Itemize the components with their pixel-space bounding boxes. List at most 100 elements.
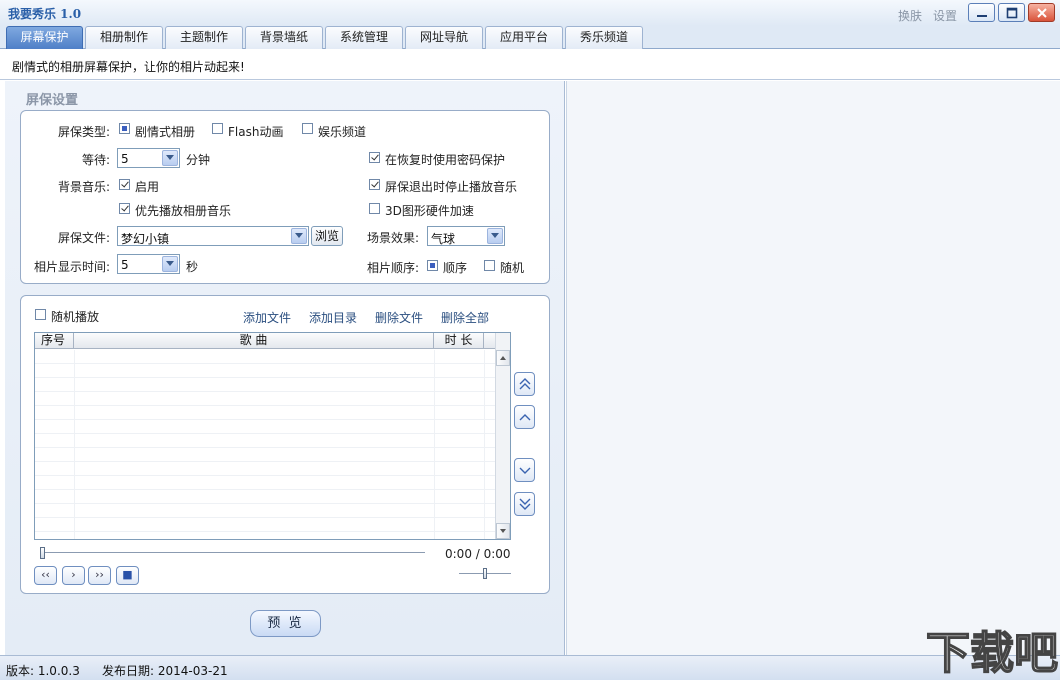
- wait-select[interactable]: 5: [117, 148, 180, 168]
- song-list-scrollbar[interactable]: [495, 333, 510, 539]
- stop-music-label: 屏保退出时停止播放音乐: [385, 180, 518, 194]
- tab-nav[interactable]: 网址导航: [405, 26, 483, 49]
- maximize-icon: [1006, 7, 1018, 19]
- chevron-down-icon: [162, 150, 178, 166]
- progress-slider-thumb[interactable]: [40, 547, 45, 559]
- photo-time-select[interactable]: 5: [117, 254, 180, 274]
- hw-accel-label: 3D图形硬件加速: [385, 204, 474, 218]
- order-random-radio[interactable]: [484, 260, 495, 271]
- wait-label: 等待:: [82, 153, 111, 167]
- skin-link[interactable]: 换肤: [898, 7, 922, 24]
- preview-button[interactable]: 预 览: [250, 610, 321, 637]
- chevron-down-icon: [519, 467, 531, 474]
- photo-time-unit: 秒: [186, 260, 199, 274]
- photo-time-label: 相片显示时间:: [34, 260, 111, 274]
- section-title: 屏保设置: [26, 93, 79, 108]
- previous-button[interactable]: ‹‹: [34, 566, 57, 585]
- scroll-down-arrow[interactable]: [496, 523, 510, 539]
- random-play-label: 随机播放: [51, 310, 100, 324]
- file-value: 梦幻小镇: [121, 232, 170, 246]
- tab-album[interactable]: 相册制作: [85, 26, 163, 49]
- watermark-logo: 下载吧: [925, 627, 1059, 680]
- type-flash-radio[interactable]: [212, 123, 223, 134]
- tab-bar: 屏幕保护 相册制作 主题制作 背景墙纸 系统管理 网址导航 应用平台 秀乐频道: [0, 26, 1060, 49]
- chevron-down-icon: [162, 256, 178, 272]
- title-bar: 我要秀乐 1.0 换肤 设置: [0, 0, 1060, 26]
- prefer-album-music-label: 优先播放相册音乐: [135, 204, 232, 218]
- move-down-button[interactable]: [514, 458, 535, 482]
- minimize-icon: [977, 15, 987, 17]
- prefer-album-music-checkbox[interactable]: [119, 203, 130, 214]
- move-top-button[interactable]: [514, 372, 535, 396]
- chevron-down-icon: [487, 228, 503, 244]
- enable-music-checkbox[interactable]: [119, 179, 130, 190]
- double-chevron-down-icon: [519, 498, 531, 510]
- file-select[interactable]: 梦幻小镇: [117, 226, 309, 246]
- status-bar: 版本: 1.0.0.3 发布日期: 2014-03-21: [0, 655, 1060, 680]
- play-button[interactable]: ›: [62, 566, 85, 585]
- progress-track[interactable]: [40, 552, 425, 554]
- stop-music-checkbox[interactable]: [369, 179, 380, 190]
- order-label: 相片顺序:: [367, 261, 420, 275]
- type-channel-radio[interactable]: [302, 123, 313, 134]
- close-icon: [1037, 8, 1047, 18]
- grid-line: [74, 350, 75, 539]
- type-album-radio[interactable]: [119, 123, 130, 134]
- password-checkbox[interactable]: [369, 152, 380, 163]
- wait-value: 5: [121, 152, 129, 166]
- move-bottom-button[interactable]: [514, 492, 535, 516]
- add-file-link[interactable]: 添加文件: [243, 309, 291, 326]
- close-button[interactable]: [1028, 3, 1055, 22]
- volume-slider-thumb[interactable]: [483, 568, 487, 579]
- next-button[interactable]: ››: [88, 566, 111, 585]
- song-list[interactable]: 序号 歌 曲 时 长: [34, 332, 511, 540]
- subtitle-text: 剧情式的相册屏幕保护，让你的相片动起来!: [12, 60, 245, 74]
- effect-label: 场景效果:: [367, 231, 420, 245]
- effect-value: 气球: [431, 232, 456, 246]
- move-up-button[interactable]: [514, 405, 535, 429]
- order-random-label: 随机: [500, 261, 525, 275]
- delete-file-link[interactable]: 删除文件: [375, 309, 423, 326]
- type-label: 屏保类型:: [58, 125, 111, 139]
- enable-music-label: 启用: [135, 180, 160, 194]
- time-display: 0:00 / 0:00: [445, 547, 511, 561]
- tab-platform[interactable]: 应用平台: [485, 26, 563, 49]
- grid-line: [434, 350, 435, 539]
- random-play-checkbox[interactable]: [35, 309, 46, 320]
- effect-select[interactable]: 气球: [427, 226, 505, 246]
- maximize-button[interactable]: [998, 3, 1025, 22]
- col-index[interactable]: 序号: [35, 333, 74, 349]
- tab-screensaver[interactable]: 屏幕保护: [6, 26, 83, 49]
- release-date-text: 发布日期: 2014-03-21: [102, 664, 228, 678]
- chevron-up-icon: [519, 414, 531, 421]
- type-channel-label: 娱乐频道: [318, 125, 367, 139]
- subtitle-bar: 剧情式的相册屏幕保护，让你的相片动起来!: [0, 49, 1060, 80]
- scroll-up-arrow[interactable]: [496, 350, 510, 366]
- browse-button[interactable]: 浏览: [311, 226, 343, 246]
- watermark-text: 下载吧: [926, 628, 1058, 679]
- tab-wallpaper[interactable]: 背景墙纸: [245, 26, 323, 49]
- tab-system[interactable]: 系统管理: [325, 26, 403, 49]
- version-text: 版本: 1.0.0.3: [6, 664, 80, 678]
- col-song[interactable]: 歌 曲: [74, 333, 434, 349]
- delete-all-link[interactable]: 删除全部: [441, 309, 489, 326]
- minimize-button[interactable]: [968, 3, 995, 22]
- song-list-rows: [35, 350, 497, 539]
- app-title: 我要秀乐 1.0: [8, 7, 82, 21]
- password-label: 在恢复时使用密码保护: [385, 153, 506, 167]
- chevron-down-icon: [291, 228, 307, 244]
- settings-link[interactable]: 设置: [933, 7, 957, 24]
- stop-button[interactable]: ■: [116, 566, 139, 585]
- file-label: 屏保文件:: [58, 231, 111, 245]
- type-flash-label: Flash动画: [228, 125, 284, 139]
- col-duration[interactable]: 时 长: [434, 333, 484, 349]
- double-chevron-up-icon: [519, 378, 531, 390]
- tab-channel[interactable]: 秀乐频道: [565, 26, 643, 49]
- hw-accel-checkbox[interactable]: [369, 203, 380, 214]
- tab-theme[interactable]: 主题制作: [165, 26, 243, 49]
- type-album-label: 剧情式相册: [135, 125, 196, 139]
- order-sequential-radio[interactable]: [427, 260, 438, 271]
- grid-line: [484, 350, 485, 539]
- add-folder-link[interactable]: 添加目录: [309, 309, 357, 326]
- photo-time-value: 5: [121, 258, 129, 272]
